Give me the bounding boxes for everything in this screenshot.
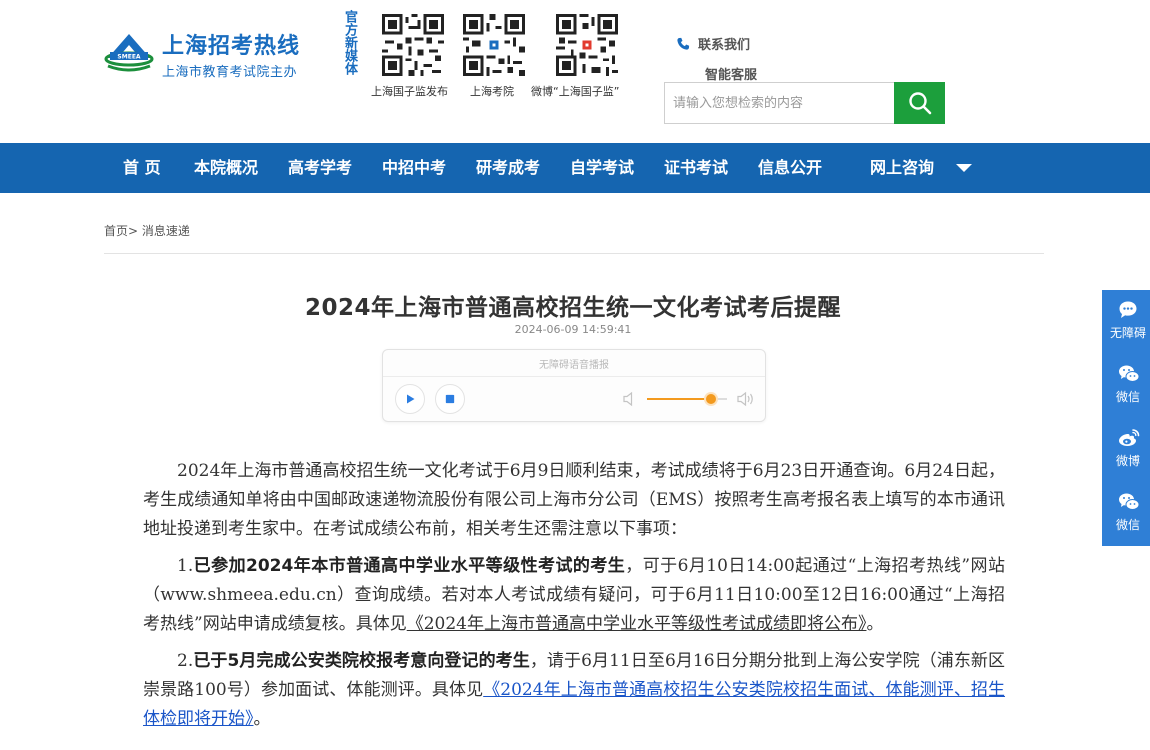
sidebar-item-wechat[interactable]: 微信	[1102, 354, 1150, 418]
sidebar-label: 微信	[1115, 518, 1140, 532]
item-number: 2.	[177, 651, 194, 671]
stop-button[interactable]	[435, 384, 465, 414]
item-end: 。	[253, 709, 271, 729]
search-button[interactable]	[894, 82, 945, 124]
qr-code-icon[interactable]	[463, 14, 525, 76]
audio-player: 无障碍语音播报	[382, 349, 766, 422]
breadcrumb: 首页> 消息速递	[104, 222, 190, 239]
volume-slider[interactable]	[647, 394, 727, 404]
sidebar-item-weibo[interactable]: 微博	[1102, 418, 1150, 482]
new-media-label: 官方新媒体	[342, 10, 357, 75]
item-number: 1.	[177, 556, 194, 576]
play-icon	[407, 394, 415, 404]
article-body: 2024年上海市普通高校招生统一文化考试于6月9日顺利结束，考试成绩将于6月23…	[143, 457, 1005, 742]
qr-code-icon[interactable]	[382, 14, 444, 76]
qr-label: 微博“上海国子监”	[531, 85, 620, 98]
wechat-icon	[1119, 365, 1140, 382]
volume-thumb[interactable]	[706, 394, 716, 404]
contact-us-link[interactable]: 联系我们	[676, 34, 750, 53]
sidebar-label: 无障碍	[1109, 326, 1146, 340]
nav-item-xinxi[interactable]: 信息公开	[758, 143, 822, 193]
volume-high-icon[interactable]	[737, 391, 755, 407]
contact-us-label: 联系我们	[698, 38, 751, 53]
breadcrumb-home[interactable]: 首页	[104, 224, 128, 238]
smart-service-link[interactable]: 智能客服	[705, 64, 757, 83]
nav-item-about[interactable]: 本院概况	[194, 143, 258, 193]
nav-item-yankao[interactable]: 研考成考	[476, 143, 540, 193]
sidebar-label: 微信	[1115, 390, 1140, 404]
breadcrumb-current[interactable]: 消息速递	[142, 224, 190, 238]
article-link[interactable]: 《2024年上海市普通高中学业水平等级性考试成绩即将公布》	[407, 614, 867, 634]
sidebar-item-wechat[interactable]: 微信	[1102, 482, 1150, 546]
stop-icon	[445, 394, 455, 404]
item-end: 。	[866, 614, 884, 634]
search-input[interactable]	[665, 83, 895, 123]
nav-item-consult[interactable]: 网上咨询	[870, 143, 934, 193]
nav-item-home[interactable]: 首 页	[123, 143, 161, 193]
main-nav: 首 页 本院概况 高考学考 中招中考 研考成考 自学考试 证书考试 信息公开 网…	[0, 143, 1150, 193]
smeea-emblem-icon: SMEEA	[104, 34, 154, 72]
chevron-down-icon[interactable]	[956, 164, 972, 172]
item-paragraph: 2.已于5月完成公安类院校报考意向登记的考生，请于6月11日至6月16日分期分批…	[143, 647, 1005, 734]
item-paragraph: 1.已参加2024年本市普通高中学业水平等级性考试的考生，可于6月10日14:0…	[143, 552, 1005, 639]
item-highlight: 已参加2024年本市普通高中学业水平等级性考试的考生	[193, 556, 626, 576]
logo-title: 上海招考热线	[162, 34, 301, 59]
sidebar-item-accessibility[interactable]: 无障碍	[1102, 290, 1150, 354]
site-header: SMEEA 上海招考热线 上海市教育考试院主办 官方新媒体 上海国子监发布 上海…	[0, 0, 1150, 143]
divider	[383, 376, 765, 377]
qr-label: 上海考院	[470, 85, 514, 98]
qr-code-icon[interactable]	[556, 14, 618, 76]
search-box	[664, 82, 945, 124]
search-icon	[908, 92, 931, 115]
intro-paragraph: 2024年上海市普通高校招生统一文化考试于6月9日顺利结束，考试成绩将于6月23…	[143, 461, 1005, 539]
wechat-icon	[1119, 493, 1140, 510]
player-label: 无障碍语音播报	[539, 360, 609, 371]
nav-item-zhongkao[interactable]: 中招中考	[382, 143, 446, 193]
phone-icon	[677, 37, 690, 50]
volume-fill	[647, 398, 711, 400]
logo-subtitle: 上海市教育考试院主办	[162, 65, 298, 80]
breadcrumb-separator: >	[128, 224, 139, 238]
nav-item-zixue[interactable]: 自学考试	[570, 143, 634, 193]
play-button[interactable]	[395, 384, 425, 414]
volume-low-icon[interactable]	[623, 391, 637, 407]
nav-item-zhengshu[interactable]: 证书考试	[664, 143, 728, 193]
weibo-icon	[1119, 429, 1140, 446]
divider	[104, 253, 1044, 254]
sidebar-label: 微博	[1115, 454, 1140, 468]
item-highlight: 已于5月完成公安类院校报考意向登记的考生	[193, 651, 530, 671]
chat-bubble-icon	[1119, 301, 1137, 318]
article-title: 2024年上海市普通高校招生统一文化考试考后提醒	[304, 295, 841, 321]
nav-item-gaokao[interactable]: 高考学考	[288, 143, 352, 193]
qr-label: 上海国子监发布	[371, 85, 448, 98]
svg-text:SMEEA: SMEEA	[117, 54, 140, 61]
floating-sidebar: 无障碍 微信 微博 微信	[1102, 290, 1150, 546]
article-date: 2024-06-09 14:59:41	[514, 323, 632, 336]
site-logo[interactable]: SMEEA 上海招考热线 上海市教育考试院主办	[104, 28, 314, 84]
